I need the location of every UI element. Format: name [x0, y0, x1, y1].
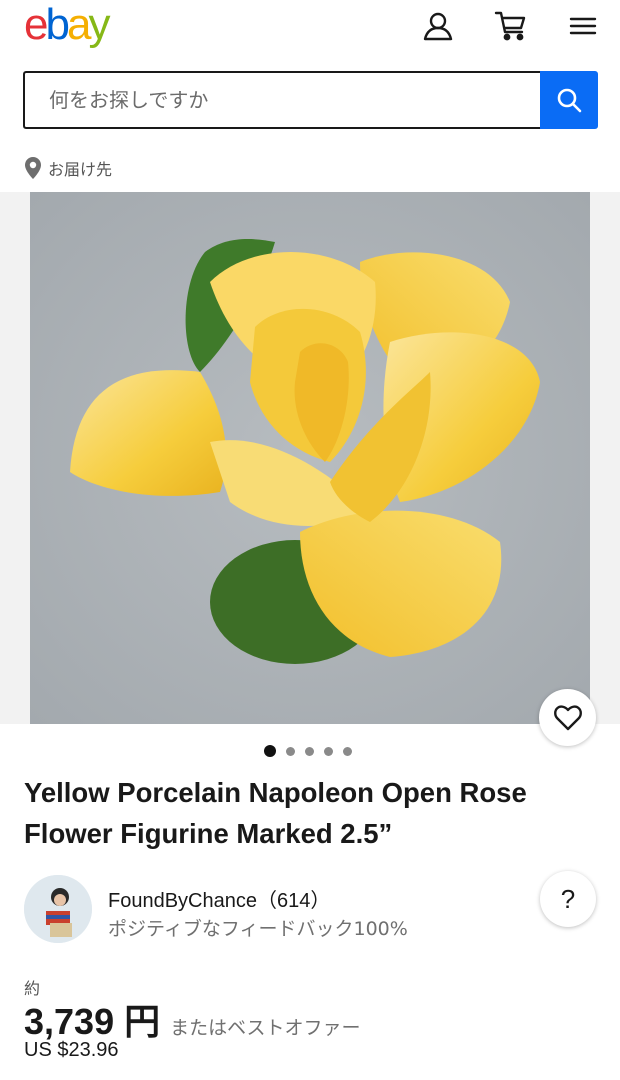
- delivery-location[interactable]: お届け先: [24, 155, 112, 181]
- heart-icon: [553, 704, 582, 730]
- pagination-dot[interactable]: [324, 746, 333, 756]
- search-bar: [23, 71, 598, 129]
- help-button[interactable]: ?: [540, 871, 596, 927]
- pagination-dot[interactable]: [305, 746, 314, 756]
- header: ebay: [0, 0, 620, 56]
- pagination-dot[interactable]: [264, 745, 276, 757]
- product-image[interactable]: [30, 192, 590, 724]
- seller-avatar[interactable]: [24, 875, 92, 943]
- image-gallery[interactable]: [0, 192, 620, 724]
- seller-name[interactable]: FoundByChance（614）: [108, 884, 330, 913]
- gallery-pagination: [264, 745, 352, 757]
- search-box: [23, 71, 540, 129]
- price-row: 3,739 円 またはベストオファー: [24, 993, 360, 1045]
- search-button[interactable]: [540, 71, 598, 129]
- pagination-dot[interactable]: [343, 746, 352, 756]
- delivery-label: お届け先: [48, 160, 113, 179]
- question-mark-icon: ?: [560, 883, 576, 914]
- add-to-watchlist-button[interactable]: [539, 689, 596, 746]
- listing-title: Yellow Porcelain Napoleon Open Rose Flow…: [24, 777, 527, 849]
- search-icon: [557, 88, 582, 113]
- ebay-logo[interactable]: ebay: [24, 0, 110, 50]
- seller-feedback: ポジティブなフィードバック100%: [108, 918, 408, 940]
- search-input[interactable]: [49, 88, 540, 112]
- price-usd: US $23.96: [24, 1039, 119, 1061]
- pagination-dot[interactable]: [286, 746, 295, 756]
- best-offer-label: またはベストオファー: [170, 1017, 361, 1039]
- price-amount: 3,739 円: [24, 1001, 161, 1042]
- location-pin-icon: [25, 157, 41, 179]
- cart-icon[interactable]: [494, 10, 526, 42]
- menu-icon[interactable]: [568, 10, 600, 42]
- user-icon[interactable]: [422, 10, 454, 42]
